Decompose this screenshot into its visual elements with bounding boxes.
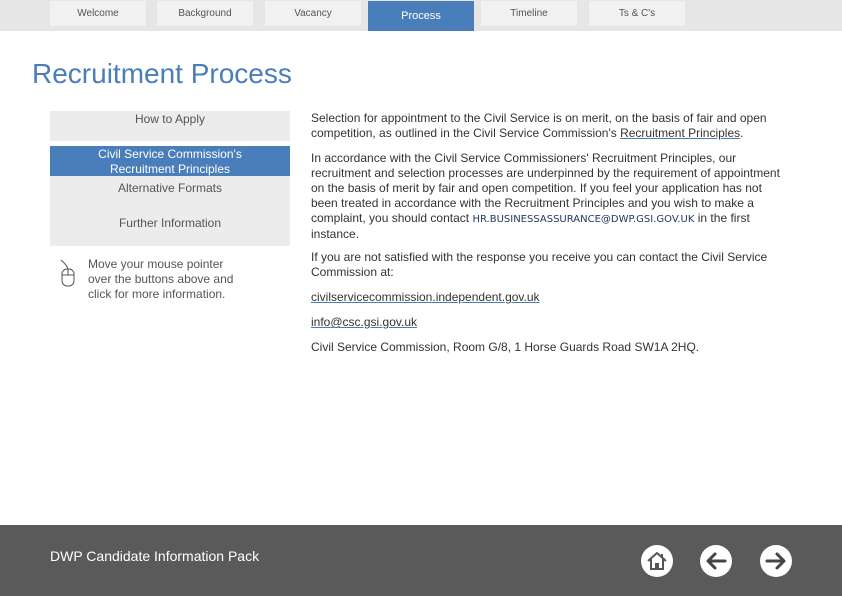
how-to-apply-button[interactable]: How to Apply <box>50 111 290 141</box>
mouse-icon <box>60 259 75 287</box>
csc-principles-label-line2: Recruitment Principles <box>109 162 231 176</box>
csc-address: Civil Service Commission, Room G/8, 1 Ho… <box>311 340 700 354</box>
intro-end: . <box>740 126 744 140</box>
forward-button[interactable] <box>760 545 792 577</box>
home-icon <box>647 552 667 570</box>
alternative-formats-label: Alternative Formats <box>117 181 223 195</box>
tab-terms[interactable]: Ts & C's <box>589 1 685 26</box>
csc-principles-label-line1: Civil Service Commission's <box>98 147 242 161</box>
commission-contact-text: If you are not satisfied with the respon… <box>311 250 768 279</box>
tab-timeline[interactable]: Timeline <box>481 1 577 26</box>
tab-welcome[interactable]: Welcome <box>50 1 146 26</box>
complaint-paragraph: In accordance with the Civil Service Com… <box>311 151 791 242</box>
csc-recruitment-principles-button[interactable]: Civil Service Commission's Recruitment P… <box>50 146 290 176</box>
website-line: civilservicecommission.independent.gov.u… <box>311 290 791 305</box>
email-line: info@csc.gsi.gov.uk <box>311 315 791 330</box>
alternative-formats-button[interactable]: Alternative Formats <box>50 176 290 211</box>
how-to-apply-label: How to Apply <box>134 112 206 126</box>
further-information-button[interactable]: Further Information <box>50 211 290 246</box>
tab-background[interactable]: Background <box>157 1 253 26</box>
page-title: Recruitment Process <box>32 58 292 89</box>
footer-title: DWP Candidate Information Pack <box>50 548 260 564</box>
hover-hint-text: Move your mouse pointer over the buttons… <box>88 257 234 301</box>
arrow-right-icon <box>765 552 786 570</box>
top-tab-bar: Welcome Background Vacancy Process Timel… <box>0 0 842 31</box>
commission-contact-paragraph: If you are not satisfied with the respon… <box>311 250 791 280</box>
tab-process[interactable]: Process <box>368 1 474 31</box>
hr-business-assurance-email: HR.BUSINESSASSURANCE@DWP.GSI.GOV.UK <box>472 214 695 225</box>
csc-website-link[interactable]: civilservicecommission.independent.gov.u… <box>311 290 540 304</box>
back-button[interactable] <box>700 545 732 577</box>
tab-vacancy[interactable]: Vacancy <box>265 1 361 26</box>
address-line: Civil Service Commission, Room G/8, 1 Ho… <box>311 340 791 355</box>
home-button[interactable] <box>641 545 673 577</box>
arrow-left-icon <box>706 552 727 570</box>
footer-bar: DWP Candidate Information Pack <box>0 525 842 596</box>
recruitment-principles-link[interactable]: Recruitment Principles <box>620 126 740 140</box>
csc-email-link[interactable]: info@csc.gsi.gov.uk <box>311 315 417 329</box>
further-information-label: Further Information <box>118 216 222 230</box>
intro-paragraph: Selection for appointment to the Civil S… <box>311 111 791 141</box>
